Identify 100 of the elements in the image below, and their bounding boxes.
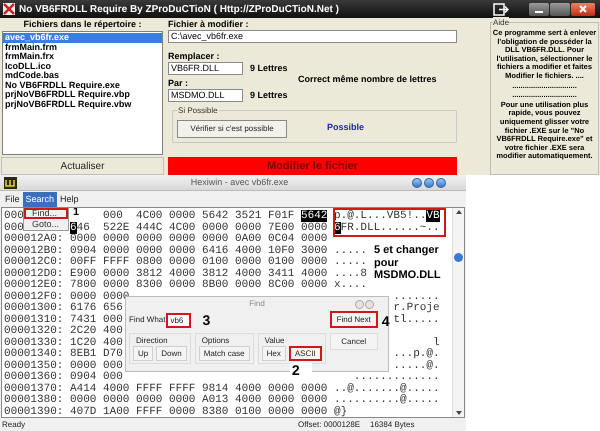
hex-cell: 0000 — [268, 382, 294, 394]
by-field[interactable]: MSDMO.DLL — [168, 88, 243, 102]
letter-count: 9 Lettres — [250, 88, 288, 102]
hex-cell: 5642 — [301, 210, 328, 222]
option-button[interactable]: Down — [156, 346, 187, 361]
address-cell: 000 — [4, 210, 24, 222]
hex-cell: 4C00 — [136, 210, 162, 222]
address-cell: 000012F0: — [4, 290, 64, 302]
window-title: No VB6FRDLL Require By ZProDuCTioN ( Http://ZProDuCTioN.Net ) — [19, 2, 339, 16]
list-entry[interactable]: mdCode.bas — [3, 71, 162, 80]
menu-item[interactable]: Help — [57, 192, 82, 206]
option-button[interactable]: Hex — [262, 346, 286, 361]
hex-view[interactable] — [1, 207, 465, 418]
hex-cell: 6416 — [202, 244, 228, 256]
hex-cell: 0000 — [136, 233, 162, 245]
ascii-cell: @} — [334, 406, 348, 417]
close-button[interactable] — [571, 2, 595, 16]
menu-item[interactable]: Search — [22, 192, 58, 206]
list-entry[interactable]: No VB6FRDLL Require.exe — [3, 80, 162, 90]
hex-cell: 0A00 — [235, 233, 262, 245]
app-icon — [4, 176, 17, 188]
address-cell: 000012B0: — [4, 244, 64, 256]
hex-cell: 00FF — [70, 256, 96, 268]
address-cell: 00001370: — [4, 382, 64, 394]
list-entry[interactable]: frmMain.frm — [3, 42, 162, 52]
hex-cell: 4000 — [103, 382, 130, 394]
address-cell: 00001310: — [4, 314, 64, 326]
address-cell: 00001390: — [4, 406, 64, 417]
step-number: 2 — [290, 363, 312, 377]
list-entry[interactable]: prjNoVB6FRDLL Require.vbw — [3, 100, 162, 109]
dropdown-item[interactable]: Goto... — [24, 219, 68, 230]
hex-cell: 000 — [103, 371, 123, 383]
ascii-cell-text: l — [433, 338, 440, 348]
hex-cell: 0000 — [268, 394, 294, 406]
hex-cell: 4C00 — [169, 222, 196, 234]
address-cell: 00001300: — [4, 302, 64, 314]
scroll-down-icon[interactable] — [456, 411, 462, 415]
minimize-button[interactable] — [529, 2, 549, 16]
match-note: Correct même nombre de lettres — [298, 72, 437, 86]
hex-cell: 0C04 — [268, 233, 294, 245]
hex-cell: 8C00 — [268, 279, 294, 291]
find-field[interactable]: vb6 — [166, 312, 192, 328]
file-list[interactable]: avec_vb6fr.exe frmMain.frm frmMain.frx IcoDLL.ico mdCode.bas No VB6FRDLL Require.exe prjNoVB6FRDLL Require.vbp prjNoVB6FRDLL Require.vbw — [2, 31, 163, 155]
scroll-thumb[interactable] — [454, 253, 463, 262]
ascii-cell: x.... — [334, 280, 368, 292]
cancel-button[interactable]: Cancel — [330, 333, 378, 350]
menu-item[interactable]: File — [2, 192, 23, 206]
hex-cell: 1C20 — [70, 336, 96, 348]
ascii-cell: ..... — [334, 257, 368, 268]
hex-cell: 7800 — [70, 279, 96, 291]
hex-cell: D70 — [103, 348, 123, 360]
maximize-button[interactable] — [550, 2, 570, 16]
window-title: Hexiwin - avec vb6fr.exe — [190, 176, 290, 189]
hex-cell: 0000 — [70, 360, 96, 372]
group-label: Value — [264, 335, 284, 346]
scroll-up-icon[interactable] — [456, 210, 462, 214]
hex-cell: 5642 — [202, 210, 228, 222]
hex-cell: 0000 — [202, 222, 228, 234]
address-cell: 000012D0: — [4, 268, 64, 280]
hex-cell: 7431 — [70, 314, 96, 326]
find-next-button[interactable]: Find Next — [330, 311, 378, 328]
files-header: Fichiers dans le répertoire : — [22, 18, 143, 31]
hex-cell: 0000 — [268, 406, 294, 417]
list-entry[interactable]: IcoDLL.ico — [3, 62, 162, 71]
target-field[interactable]: C:\avec_vb6fr.exe — [168, 30, 457, 43]
option-button[interactable]: Up — [133, 346, 154, 361]
replace-label: Remplacer : — [168, 51, 221, 62]
hex-cell: FFFF — [136, 406, 162, 417]
list-entry[interactable]: avec_vb6fr.exe — [3, 33, 162, 42]
hex-cell: 8EB1 — [70, 348, 96, 360]
hex-cell: 646 — [70, 222, 90, 234]
option-button[interactable]: ASCII — [288, 346, 322, 361]
hex-cell: 0000 — [169, 233, 196, 245]
hex-cell: 0000 — [169, 394, 196, 406]
scrollbar[interactable] — [452, 208, 464, 417]
ascii-cell-text: ...p.@. — [393, 349, 440, 360]
list-entry[interactable]: frmMain.frx — [3, 52, 162, 62]
option-button[interactable]: Match case — [198, 346, 250, 361]
hex-cell: 000 — [103, 314, 123, 326]
hex-cell: 444C — [136, 222, 162, 234]
replace-field[interactable]: VB6FR.DLL — [168, 62, 243, 76]
exit-icon[interactable] — [493, 2, 509, 16]
refresh-button[interactable]: Actualiser — [1, 157, 164, 175]
find-what-label: Find What — [129, 314, 166, 326]
close-icon[interactable] — [579, 5, 587, 13]
address-cell: 000012C0: — [4, 256, 64, 268]
list-entry[interactable]: prjNoVB6FRDLL Require.vbp — [3, 90, 162, 100]
check-button[interactable]: Vérifier si c'est possible — [177, 120, 287, 138]
hex-cell: 656 — [103, 302, 123, 314]
ascii-cell: tl..... — [393, 314, 440, 326]
hex-cell: 2C20 — [70, 325, 96, 337]
address-cell: 000012A0: — [4, 233, 64, 245]
dropdown-item[interactable]: Find... — [24, 208, 68, 219]
hex-cell: 6176 — [70, 302, 96, 314]
hex-cell: 522E — [103, 222, 130, 234]
group-label: Direction — [136, 335, 168, 346]
hex-cell: 400 — [103, 336, 123, 348]
address-cell: 00001360: — [4, 371, 64, 383]
hex-cell: FFFF — [169, 382, 196, 394]
ascii-cell-text: r.Proje — [393, 303, 440, 314]
